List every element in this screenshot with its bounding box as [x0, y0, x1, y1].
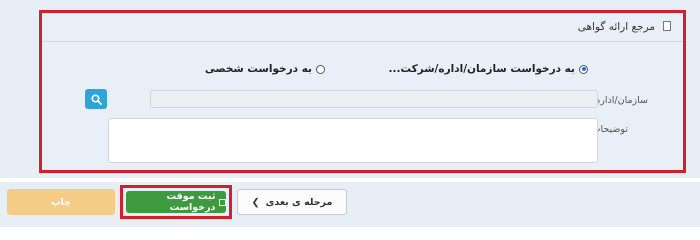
section-title: مرجع ارائه گواهی	[577, 21, 655, 33]
temporary-save-label: ثبت موقت درخواست	[166, 191, 216, 213]
certificate-source-section: مرجع ارائه گواهی به درخواست سازمان/اداره…	[39, 10, 686, 173]
request-panel: مرجع ارائه گواهی به درخواست سازمان/اداره…	[0, 0, 700, 178]
request-type-radio-group: به درخواست سازمان/اداره/شرکت... به درخوا…	[42, 63, 683, 79]
search-icon	[90, 93, 102, 105]
org-input[interactable]	[150, 90, 598, 108]
document-icon	[663, 21, 671, 31]
floppy-disk-icon	[219, 198, 226, 206]
print-button[interactable]: چاپ	[7, 189, 115, 215]
footer-toolbar: چاپ ثبت موقت درخواست مرحله ی بعدی ❯	[0, 182, 700, 227]
radio-org-request-label: به درخواست سازمان/اداره/شرکت...	[388, 63, 575, 75]
radio-personal-request-label: به درخواست شخصی	[204, 63, 312, 75]
next-step-button[interactable]: مرحله ی بعدی ❯	[237, 189, 347, 215]
radio-personal-request[interactable]: به درخواست شخصی	[205, 63, 325, 75]
next-step-label: مرحله ی بعدی	[265, 196, 333, 208]
search-button[interactable]	[85, 89, 107, 109]
radio-personal-request-dot[interactable]	[316, 64, 325, 74]
radio-org-request-dot[interactable]	[579, 64, 588, 74]
temporary-save-button[interactable]: ثبت موقت درخواست	[126, 191, 226, 213]
notes-textarea[interactable]	[108, 118, 598, 163]
section-header: مرجع ارائه گواهی	[42, 13, 683, 42]
radio-org-request[interactable]: به درخواست سازمان/اداره/شرکت...	[388, 63, 588, 75]
chevron-right-icon: ❯	[251, 196, 260, 208]
